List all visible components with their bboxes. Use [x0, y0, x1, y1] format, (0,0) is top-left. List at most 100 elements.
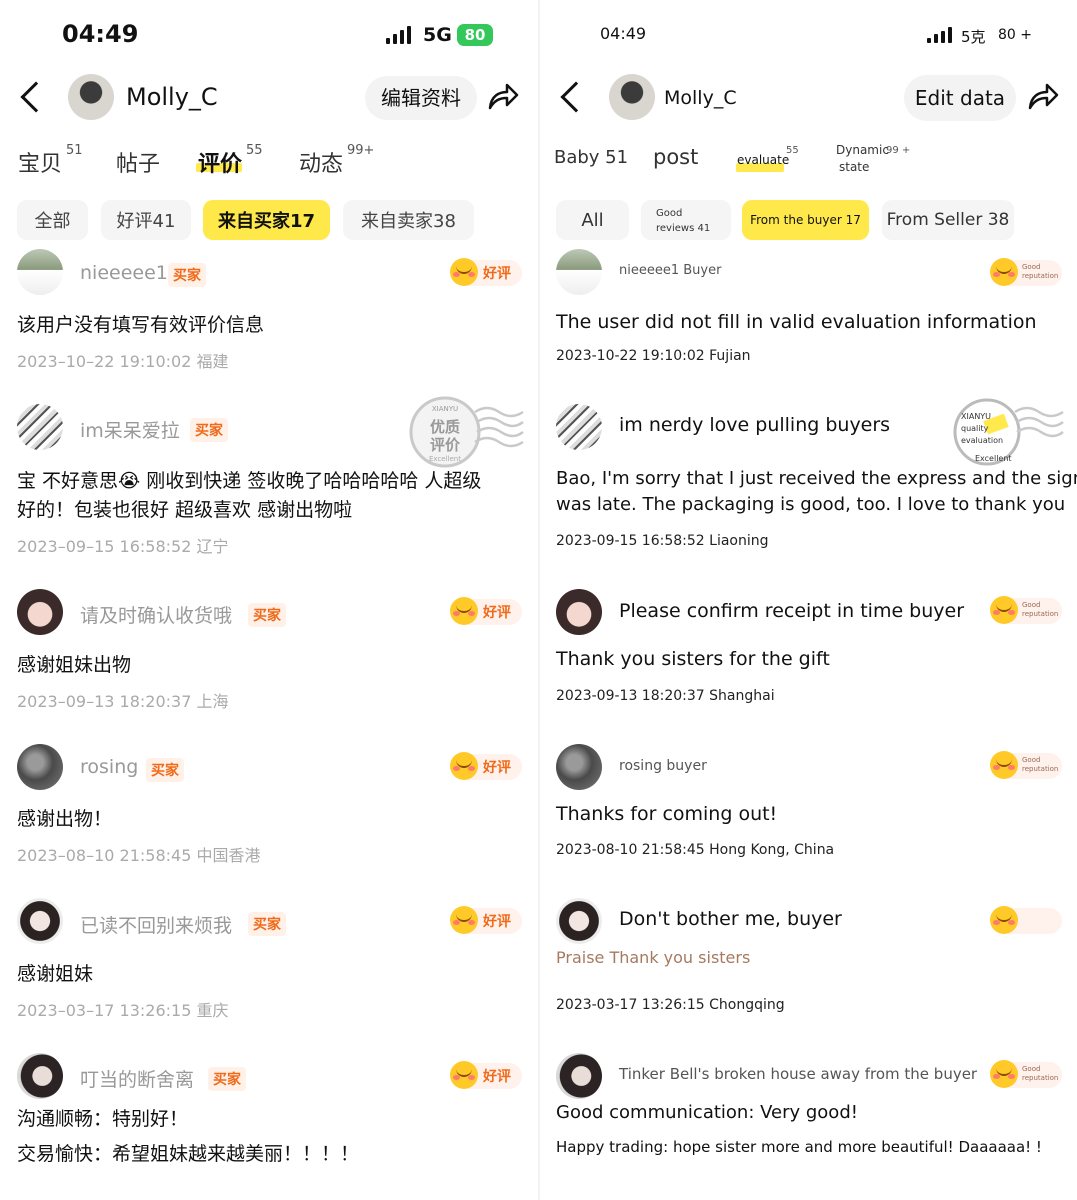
- good-review-label: 好评: [483, 760, 511, 776]
- filter-from-buyer[interactable]: 来自买家17: [203, 200, 330, 240]
- reviewer-name[interactable]: im nerdy love pulling buyers: [619, 414, 890, 436]
- review-date: 2023-09-13 18:20:37 Shanghai: [556, 688, 775, 704]
- profile-avatar[interactable]: [609, 74, 655, 120]
- status-time: 04:49: [600, 24, 647, 43]
- good-review-label: Good reputation: [1022, 1065, 1059, 1082]
- stamp-line2: evaluation: [961, 436, 1003, 445]
- tab-posts[interactable]: post: [653, 145, 698, 169]
- buyer-tag: 买家: [248, 912, 286, 936]
- review-text: 感谢姐妹出物: [17, 654, 132, 676]
- tab-items-count: 51: [66, 143, 83, 158]
- buyer-tag: 买家: [208, 1067, 246, 1091]
- good-review-label: Good reputation: [1022, 263, 1059, 280]
- reviewer-avatar[interactable]: [556, 898, 602, 944]
- reviewer-avatar[interactable]: [556, 744, 602, 790]
- share-icon[interactable]: [487, 82, 519, 112]
- edit-profile-button[interactable]: 编辑资料: [365, 76, 477, 120]
- filter-from-seller[interactable]: 来自卖家38: [343, 200, 474, 240]
- smile-icon: [450, 906, 478, 934]
- good-review-label: 好评: [483, 914, 511, 930]
- edit-profile-button[interactable]: Edit data: [904, 75, 1016, 121]
- reviewer-name[interactable]: Tinker Bell's broken house away from the…: [619, 1065, 977, 1083]
- filter-all[interactable]: All: [556, 200, 629, 240]
- review-date: 2023–09–15 16:58:52 辽宁: [17, 537, 229, 556]
- filter-good-reviews-line2: reviews 41: [656, 223, 711, 234]
- review-text: 感谢姐妹: [17, 963, 94, 985]
- review-text: Good communication: Very good!: [556, 1102, 858, 1123]
- status-bar: 04:49 5克 80 +: [540, 0, 1077, 70]
- tab-items[interactable]: 宝贝: [18, 146, 62, 178]
- smile-icon: [990, 1060, 1018, 1088]
- reviewer-avatar[interactable]: [556, 249, 602, 295]
- reviewer-avatar[interactable]: [556, 404, 602, 450]
- battery-icon: 80 +: [994, 26, 1036, 44]
- reviewer-avatar[interactable]: [17, 589, 63, 635]
- back-icon[interactable]: [20, 81, 52, 113]
- filter-good-reviews[interactable]: 好评41: [101, 200, 191, 240]
- reviewer-avatar[interactable]: [17, 744, 63, 790]
- reviewer-name[interactable]: nieeeee1: [80, 262, 168, 284]
- share-icon[interactable]: [1027, 82, 1059, 112]
- profile-avatar[interactable]: [68, 74, 114, 120]
- reviewer-avatar[interactable]: [17, 898, 63, 944]
- review-date: 2023–08–10 21:58:45 中国香港: [17, 846, 261, 865]
- reviewer-name[interactable]: nieeeee1 Buyer: [619, 263, 721, 278]
- reviewer-name[interactable]: rosing buyer: [619, 758, 707, 774]
- reviewer-name[interactable]: 请及时确认收货哦: [80, 601, 232, 628]
- tab-items[interactable]: Baby 51: [554, 147, 628, 168]
- filter-from-seller[interactable]: From Seller 38: [882, 200, 1014, 240]
- good-review-label: 好评: [483, 266, 511, 282]
- reviewer-name[interactable]: 叮当的断舍离: [80, 1065, 194, 1092]
- smile-icon: [450, 752, 478, 780]
- review-text: Bao, I'm sorry that I just received the …: [556, 468, 1077, 489]
- quality-review-stamp: XIANYU quality evaluation Excellent: [953, 398, 1064, 466]
- right-screenshot-panel: 04:49 5克 80 + Molly_C Edit data Baby 51 …: [540, 0, 1077, 1200]
- stamp-main-line1: 优质: [430, 418, 460, 436]
- filter-from-buyer[interactable]: From the buyer 17: [742, 200, 869, 240]
- reviewer-name[interactable]: 已读不回别来烦我: [80, 911, 232, 938]
- good-review-badge: 好评: [450, 1061, 522, 1089]
- quality-review-stamp: XIANYU 优质 评价 Excellent: [409, 396, 524, 468]
- review-text: Praise Thank you sisters: [556, 948, 751, 967]
- filter-good-reviews[interactable]: Good reviews 41: [641, 200, 731, 240]
- review-text: The user did not fill in valid evaluatio…: [556, 311, 1037, 333]
- reviewer-name[interactable]: im呆呆爱拉: [80, 416, 180, 443]
- reviewer-name[interactable]: Please confirm receipt in time buyer: [619, 600, 964, 622]
- good-review-badge: [990, 906, 1062, 934]
- reviewer-avatar[interactable]: [556, 589, 602, 635]
- reviewer-name[interactable]: Don't bother me, buyer: [619, 908, 842, 930]
- stamp-line1: quality: [961, 424, 989, 433]
- reviewer-name[interactable]: rosing: [80, 756, 138, 778]
- stamp-bottom-text: Excellent: [975, 454, 1012, 463]
- good-review-badge: Good reputation: [990, 751, 1062, 779]
- tab-reviews-count: 55: [246, 143, 263, 158]
- profile-username: Molly_C: [126, 83, 218, 111]
- tab-reviews[interactable]: 评价: [198, 146, 242, 178]
- good-review-badge: Good reputation: [990, 596, 1062, 624]
- review-date: 2023–03–17 13:26:15 重庆: [17, 1001, 229, 1020]
- tab-feed[interactable]: Dynamic: [836, 143, 889, 157]
- tab-posts[interactable]: 帖子: [116, 146, 160, 178]
- network-label: 5克: [961, 28, 986, 46]
- filter-all[interactable]: 全部: [17, 200, 88, 240]
- review-text: 宝 不好意思😭 刚收到快递 签收晚了哈哈哈哈哈 人超级: [17, 470, 482, 492]
- stamp-bottom-text: Excellent: [429, 455, 461, 463]
- left-screenshot-panel: 04:49 5G 80 Molly_C 编辑资料 宝贝 51 帖子 评价 55 …: [0, 0, 538, 1200]
- review-text: 感谢出物！: [17, 808, 113, 830]
- review-text: 沟通顺畅：特别好！: [17, 1108, 189, 1130]
- battery-level: 80: [464, 26, 486, 44]
- buyer-tag: 买家: [146, 758, 184, 782]
- reviewer-avatar[interactable]: [17, 1053, 63, 1099]
- tab-feed[interactable]: 动态: [299, 146, 343, 178]
- reviewer-avatar[interactable]: [17, 249, 63, 295]
- review-date: 2023–10–22 19:10:02 福建: [17, 352, 229, 371]
- review-text: Thank you sisters for the gift: [556, 648, 830, 670]
- good-review-badge: 好评: [450, 906, 522, 934]
- back-icon[interactable]: [560, 81, 592, 113]
- good-review-label: Good reputation: [1022, 756, 1059, 773]
- reviewer-avatar[interactable]: [556, 1053, 602, 1099]
- reviewer-avatar[interactable]: [17, 404, 63, 450]
- tab-reviews[interactable]: evaluate: [737, 153, 789, 167]
- smile-icon: [450, 1061, 478, 1089]
- tab-feed-sub: state: [839, 160, 870, 174]
